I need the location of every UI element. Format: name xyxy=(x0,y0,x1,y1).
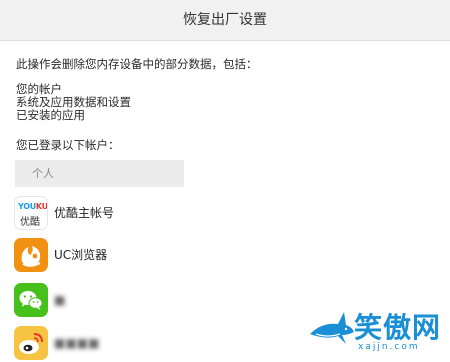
account-name-redacted: ■■■■ xyxy=(54,336,100,350)
watermark-text: 笑傲网 xyxy=(354,311,442,344)
account-name: 优酷主帐号 xyxy=(54,206,115,220)
account-item-uc-browser[interactable]: UC浏览器 xyxy=(14,238,314,272)
account-name-redacted: ■ xyxy=(54,293,66,307)
wechat-icon xyxy=(14,283,48,317)
site-watermark: 笑傲网 xajjn.com xyxy=(308,306,448,356)
warning-intro-text: 此操作会删除您内存设备中的部分数据，包括： xyxy=(16,57,258,71)
watermark-url: xajjn.com xyxy=(358,342,420,352)
account-item-wechat[interactable]: ■ xyxy=(14,283,314,317)
uc-browser-icon xyxy=(14,238,48,272)
youku-icon-wordmark: YOUKU xyxy=(18,202,48,211)
data-item-installed-apps: 已安装的应用 xyxy=(16,108,85,122)
page-title: 恢复出厂设置 xyxy=(183,12,267,28)
title-bar: 恢复出厂设置 xyxy=(0,0,450,41)
account-item-youku[interactable]: YOUKU 优酷 优酷主帐号 xyxy=(14,196,314,230)
account-group-header: 个人 xyxy=(15,160,184,187)
logged-in-accounts-label: 您已登录以下帐户： xyxy=(16,138,120,152)
shark-logo-icon xyxy=(310,312,354,344)
weibo-icon xyxy=(14,326,48,360)
factory-reset-screen: 恢复出厂设置 此操作会删除您内存设备中的部分数据，包括： 您的帐户 系统及应用数… xyxy=(0,0,450,362)
youku-icon-chinese: 优酷 xyxy=(20,217,40,228)
account-item-weibo[interactable]: ■■■■ xyxy=(14,326,314,360)
youku-icon: YOUKU 优酷 xyxy=(14,196,48,230)
account-name: UC浏览器 xyxy=(54,248,108,262)
